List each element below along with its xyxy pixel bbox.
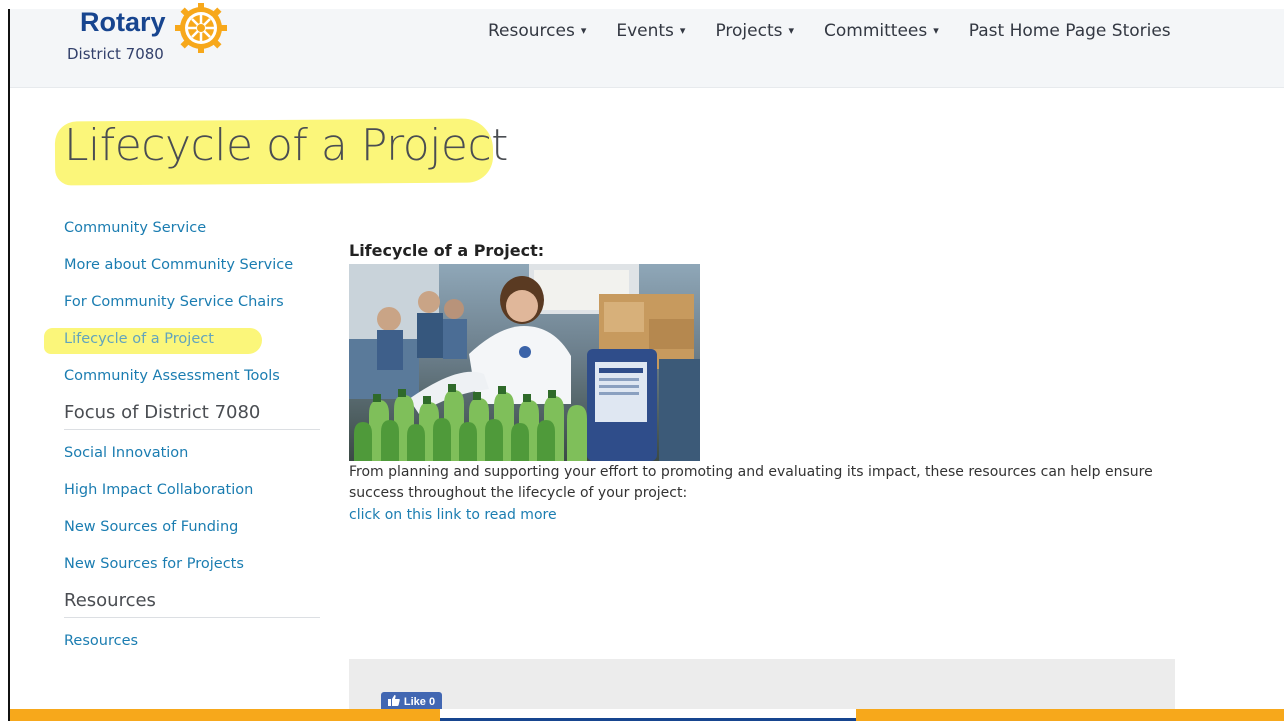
nav-past-stories[interactable]: Past Home Page Stories xyxy=(969,21,1171,47)
footer-stripe xyxy=(10,709,1284,721)
nav-events-label: Events xyxy=(616,21,674,41)
nav-committees-label: Committees xyxy=(824,21,928,41)
logo-wordmark: Rotary xyxy=(80,7,166,37)
sidebar-item-community-assessment-tools[interactable]: Community Assessment Tools xyxy=(64,365,320,402)
footer-stripe-gold-left xyxy=(10,709,440,721)
sidebar-item-lifecycle-of-a-project[interactable]: Lifecycle of a Project xyxy=(44,328,320,365)
sidebar-item-new-sources-of-funding[interactable]: New Sources of Funding xyxy=(64,516,320,553)
rotary-logo[interactable]: Rotary District 7080 xyxy=(66,3,246,79)
volunteers-photo xyxy=(349,264,700,461)
site-header: Rotary District 7080 Resources ▾ Events … xyxy=(10,3,1284,88)
nav-resources[interactable]: Resources ▾ xyxy=(488,21,586,47)
sidebar-item-more-about-community-service[interactable]: More about Community Service xyxy=(64,254,320,291)
sidebar-item-resources[interactable]: Resources xyxy=(64,630,320,667)
content-description: From planning and supporting your effort… xyxy=(349,464,1153,501)
thumbs-up-icon xyxy=(387,695,400,709)
sidebar: Community Service More about Community S… xyxy=(44,217,320,667)
sidebar-heading-resources: Resources xyxy=(64,590,320,618)
page-title: Lifecycle of a Project xyxy=(64,120,508,171)
like-count-label: Like 0 xyxy=(403,696,436,708)
main-nav: Resources ▾ Events ▾ Projects ▾ Committees ▾… xyxy=(488,21,1201,47)
sidebar-item-community-service-chairs[interactable]: For Community Service Chairs xyxy=(64,291,320,328)
rotary-wheel-icon xyxy=(175,3,227,53)
read-more-link[interactable]: click on this link to read more xyxy=(349,507,557,523)
sidebar-item-high-impact-collaboration[interactable]: High Impact Collaboration xyxy=(64,479,320,516)
nav-events[interactable]: Events ▾ xyxy=(616,21,685,47)
nav-committees[interactable]: Committees ▾ xyxy=(824,21,939,47)
chevron-down-icon: ▾ xyxy=(933,24,939,37)
sidebar-item-label: Lifecycle of a Project xyxy=(64,331,214,347)
content-heading: Lifecycle of a Project: xyxy=(349,241,545,260)
logo-district: District 7080 xyxy=(67,45,164,63)
sidebar-heading-focus: Focus of District 7080 xyxy=(64,402,320,430)
footer-stripe-gold-right xyxy=(856,709,1284,721)
chevron-down-icon: ▾ xyxy=(788,24,795,37)
main-content: Lifecycle of a Project: From planning an… xyxy=(349,240,1179,526)
nav-projects-label: Projects xyxy=(715,21,783,41)
chevron-down-icon: ▾ xyxy=(580,24,587,37)
sidebar-item-new-sources-for-projects[interactable]: New Sources for Projects xyxy=(64,553,320,590)
window-left-edge xyxy=(8,9,10,721)
sidebar-item-social-innovation[interactable]: Social Innovation xyxy=(64,442,320,479)
chevron-down-icon: ▾ xyxy=(679,24,686,37)
nav-projects[interactable]: Projects ▾ xyxy=(715,21,794,47)
sidebar-item-community-service[interactable]: Community Service xyxy=(64,217,320,254)
nav-past-stories-label: Past Home Page Stories xyxy=(968,21,1171,41)
nav-resources-label: Resources xyxy=(488,21,575,41)
